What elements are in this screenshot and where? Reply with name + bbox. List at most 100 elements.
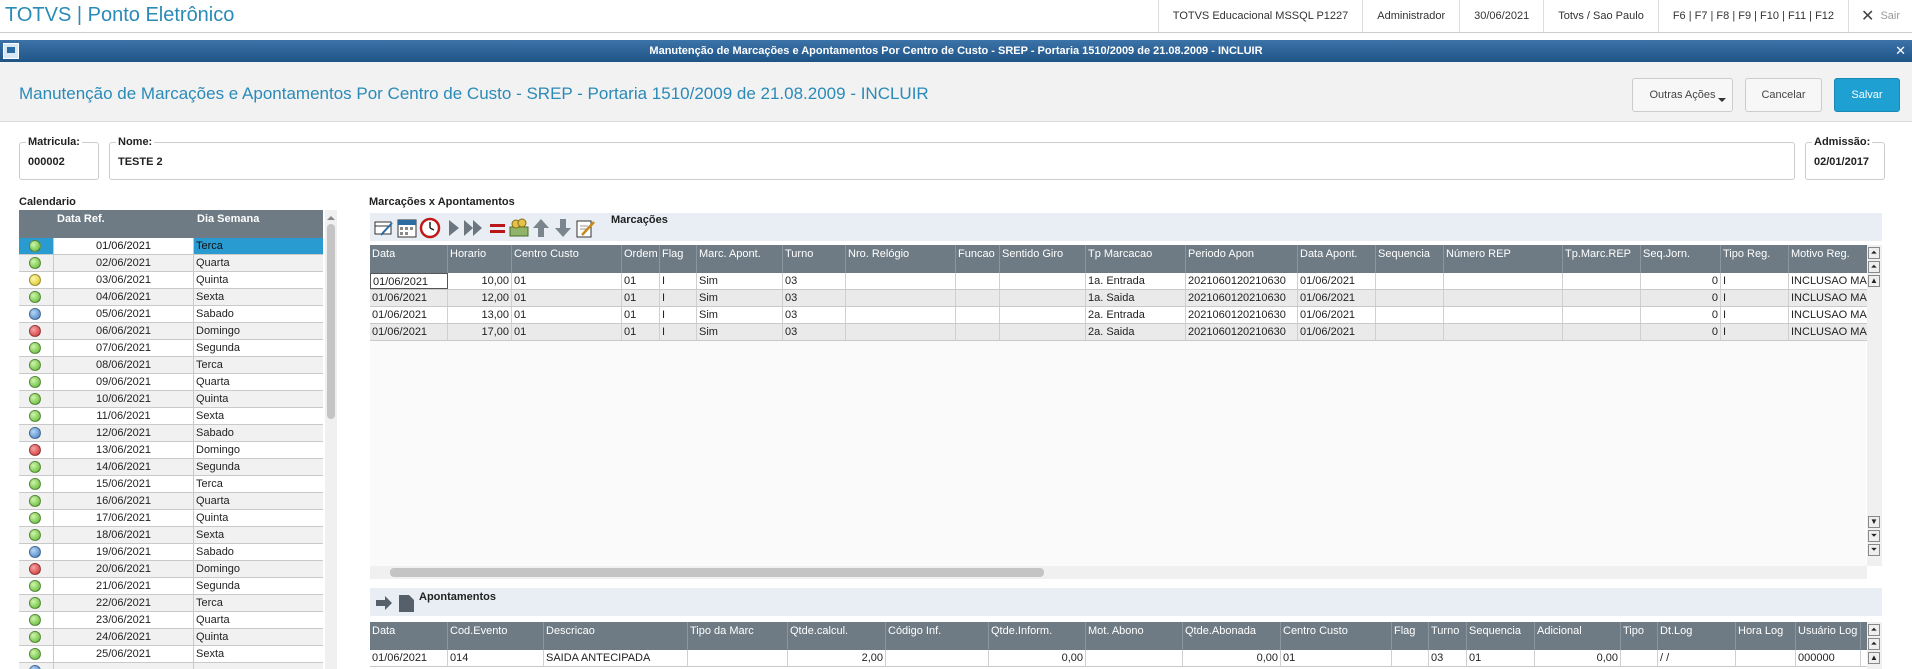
table-cell[interactable]: Sim <box>697 307 783 323</box>
table-cell[interactable]: 0 <box>1641 307 1721 323</box>
table-cell[interactable]: 01/06/2021 <box>370 290 448 306</box>
table-cell[interactable]: I <box>1721 324 1789 340</box>
column-header[interactable]: Funcao <box>956 245 1000 273</box>
column-header[interactable]: Data <box>370 245 448 273</box>
table-cell[interactable] <box>1563 307 1641 323</box>
scroll-up-icon[interactable] <box>327 212 335 220</box>
table-cell[interactable]: I <box>660 307 697 323</box>
column-header[interactable]: Periodo Apon <box>1186 245 1298 273</box>
column-header[interactable]: Dt.Log <box>1658 622 1736 650</box>
table-cell[interactable]: 01/06/2021 <box>1298 307 1376 323</box>
first-record-icon[interactable]: ⏶ <box>1868 624 1880 636</box>
calendar-row[interactable]: 13/06/2021 Domingo <box>19 442 323 459</box>
column-header[interactable]: Tipo Reg. <box>1721 245 1789 273</box>
table-cell[interactable]: 2021060120210630 <box>1186 273 1298 289</box>
table-cell[interactable] <box>1000 290 1086 306</box>
calendar-row[interactable]: 17/06/2021 Quinta <box>19 510 323 527</box>
calendar-row[interactable]: 25/06/2021 Sexta <box>19 646 323 663</box>
table-cell[interactable]: 01 <box>622 324 660 340</box>
calendar-row[interactable]: 16/06/2021 Quarta <box>19 493 323 510</box>
table-cell[interactable]: 01 <box>622 307 660 323</box>
column-header[interactable]: Cod.Evento <box>448 622 544 650</box>
table-cell[interactable] <box>688 650 788 666</box>
column-header[interactable]: Turno <box>1429 622 1467 650</box>
calendar-row[interactable]: 24/06/2021 Quinta <box>19 629 323 646</box>
scroll-thumb[interactable] <box>327 224 335 419</box>
document-icon[interactable] <box>395 592 417 614</box>
page-down-icon[interactable]: ⏷ <box>1868 530 1880 542</box>
first-record-icon[interactable]: ⏶ <box>1868 247 1880 259</box>
column-header[interactable]: Centro Custo <box>512 245 622 273</box>
table-cell[interactable] <box>1000 307 1086 323</box>
table-cell[interactable]: 03 <box>1429 650 1467 666</box>
table-cell[interactable] <box>1376 273 1444 289</box>
column-header[interactable]: Qtde.Abonada <box>1183 622 1281 650</box>
table-cell[interactable]: 01 <box>512 273 622 289</box>
marcacoes-nav-scrollbar[interactable]: ⏶ ⏶ ▲ ▼ ⏷ ⏷ <box>1867 245 1882 566</box>
table-cell[interactable] <box>886 650 989 666</box>
table-cell[interactable] <box>846 324 956 340</box>
table-cell[interactable]: 01 <box>512 307 622 323</box>
table-cell[interactable]: 12,00 <box>448 290 512 306</box>
table-cell[interactable] <box>1376 307 1444 323</box>
calendar-row[interactable]: 11/06/2021 Sexta <box>19 408 323 425</box>
calendar-icon[interactable] <box>396 217 418 239</box>
table-cell[interactable]: 03 <box>783 273 846 289</box>
table-cell[interactable]: 01/06/2021 <box>1298 290 1376 306</box>
table-cell[interactable]: 0,00 <box>989 650 1086 666</box>
table-cell[interactable] <box>1563 273 1641 289</box>
table-cell[interactable]: I <box>1721 273 1789 289</box>
save-button[interactable]: Salvar <box>1834 78 1900 112</box>
exit-button[interactable]: ✕ Sair <box>1848 0 1912 32</box>
calendar-row[interactable]: 03/06/2021 Quinta <box>19 272 323 289</box>
arrow-up-icon[interactable] <box>530 217 552 239</box>
table-cell[interactable] <box>956 290 1000 306</box>
scroll-thumb[interactable] <box>390 568 1044 577</box>
calendar-row[interactable]: 14/06/2021 Segunda <box>19 459 323 476</box>
header-dia-semana[interactable]: Dia Semana <box>197 213 259 225</box>
header-data-ref[interactable]: Data Ref. <box>57 213 105 225</box>
column-header[interactable]: Sequencia <box>1467 622 1535 650</box>
table-cell[interactable] <box>1563 324 1641 340</box>
calendar-row[interactable]: 21/06/2021 Segunda <box>19 578 323 595</box>
table-cell[interactable]: 01 <box>622 290 660 306</box>
table-cell[interactable] <box>1621 650 1658 666</box>
column-header[interactable]: Número REP <box>1444 245 1563 273</box>
calendar-row[interactable]: 10/06/2021 Quinta <box>19 391 323 408</box>
table-cell[interactable]: / / <box>1658 650 1736 666</box>
calendar-row[interactable]: 06/06/2021 Domingo <box>19 323 323 340</box>
column-header[interactable]: Tp Marcacao <box>1086 245 1186 273</box>
table-cell[interactable]: I <box>1721 307 1789 323</box>
table-cell[interactable] <box>1444 324 1563 340</box>
table-cell[interactable] <box>1086 650 1183 666</box>
column-header[interactable]: Qtde.Inform. <box>989 622 1086 650</box>
table-row[interactable]: 01/06/2021 014 SAIDA ANTECIPADA 2,00 0,00 0,0… <box>370 650 1867 667</box>
calendar-row[interactable] <box>19 663 323 669</box>
table-cell[interactable]: 03 <box>783 324 846 340</box>
table-cell[interactable]: 014 <box>448 650 544 666</box>
table-cell[interactable]: 0,00 <box>1183 650 1281 666</box>
column-header[interactable]: Data Apont. <box>1298 245 1376 273</box>
calendar-row[interactable]: 09/06/2021 Quarta <box>19 374 323 391</box>
clock-icon[interactable] <box>419 217 441 239</box>
prev-record-icon[interactable]: ▲ <box>1868 652 1880 664</box>
table-cell[interactable]: 01/06/2021 <box>1298 273 1376 289</box>
last-icon[interactable] <box>462 217 484 239</box>
table-cell[interactable]: I <box>660 273 697 289</box>
table-row[interactable]: 01/06/2021 10,00 01 01 I Sim 03 1a. Entrada 2021… <box>370 273 1881 290</box>
location-info[interactable]: Totvs / Sao Paulo <box>1543 0 1658 32</box>
table-cell[interactable]: 1a. Saida <box>1086 290 1186 306</box>
cancel-button[interactable]: Cancelar <box>1745 78 1822 112</box>
table-cell[interactable]: 01/06/2021 <box>370 650 448 666</box>
edit-note-icon[interactable] <box>574 217 596 239</box>
column-header[interactable]: Tp.Marc.REP <box>1563 245 1641 273</box>
column-header[interactable]: Tipo <box>1621 622 1658 650</box>
table-cell[interactable]: Sim <box>697 273 783 289</box>
page-up-icon[interactable]: ⏶ <box>1868 261 1880 273</box>
table-cell[interactable] <box>1736 650 1796 666</box>
column-header[interactable]: Seq.Jorn. <box>1641 245 1721 273</box>
marcacoes-horizontal-scrollbar[interactable] <box>370 566 1867 579</box>
outras-acoes-button[interactable]: Outras Ações <box>1632 78 1733 112</box>
calendar-row[interactable]: 19/06/2021 Sabado <box>19 544 323 561</box>
prev-record-icon[interactable]: ▲ <box>1868 275 1880 287</box>
